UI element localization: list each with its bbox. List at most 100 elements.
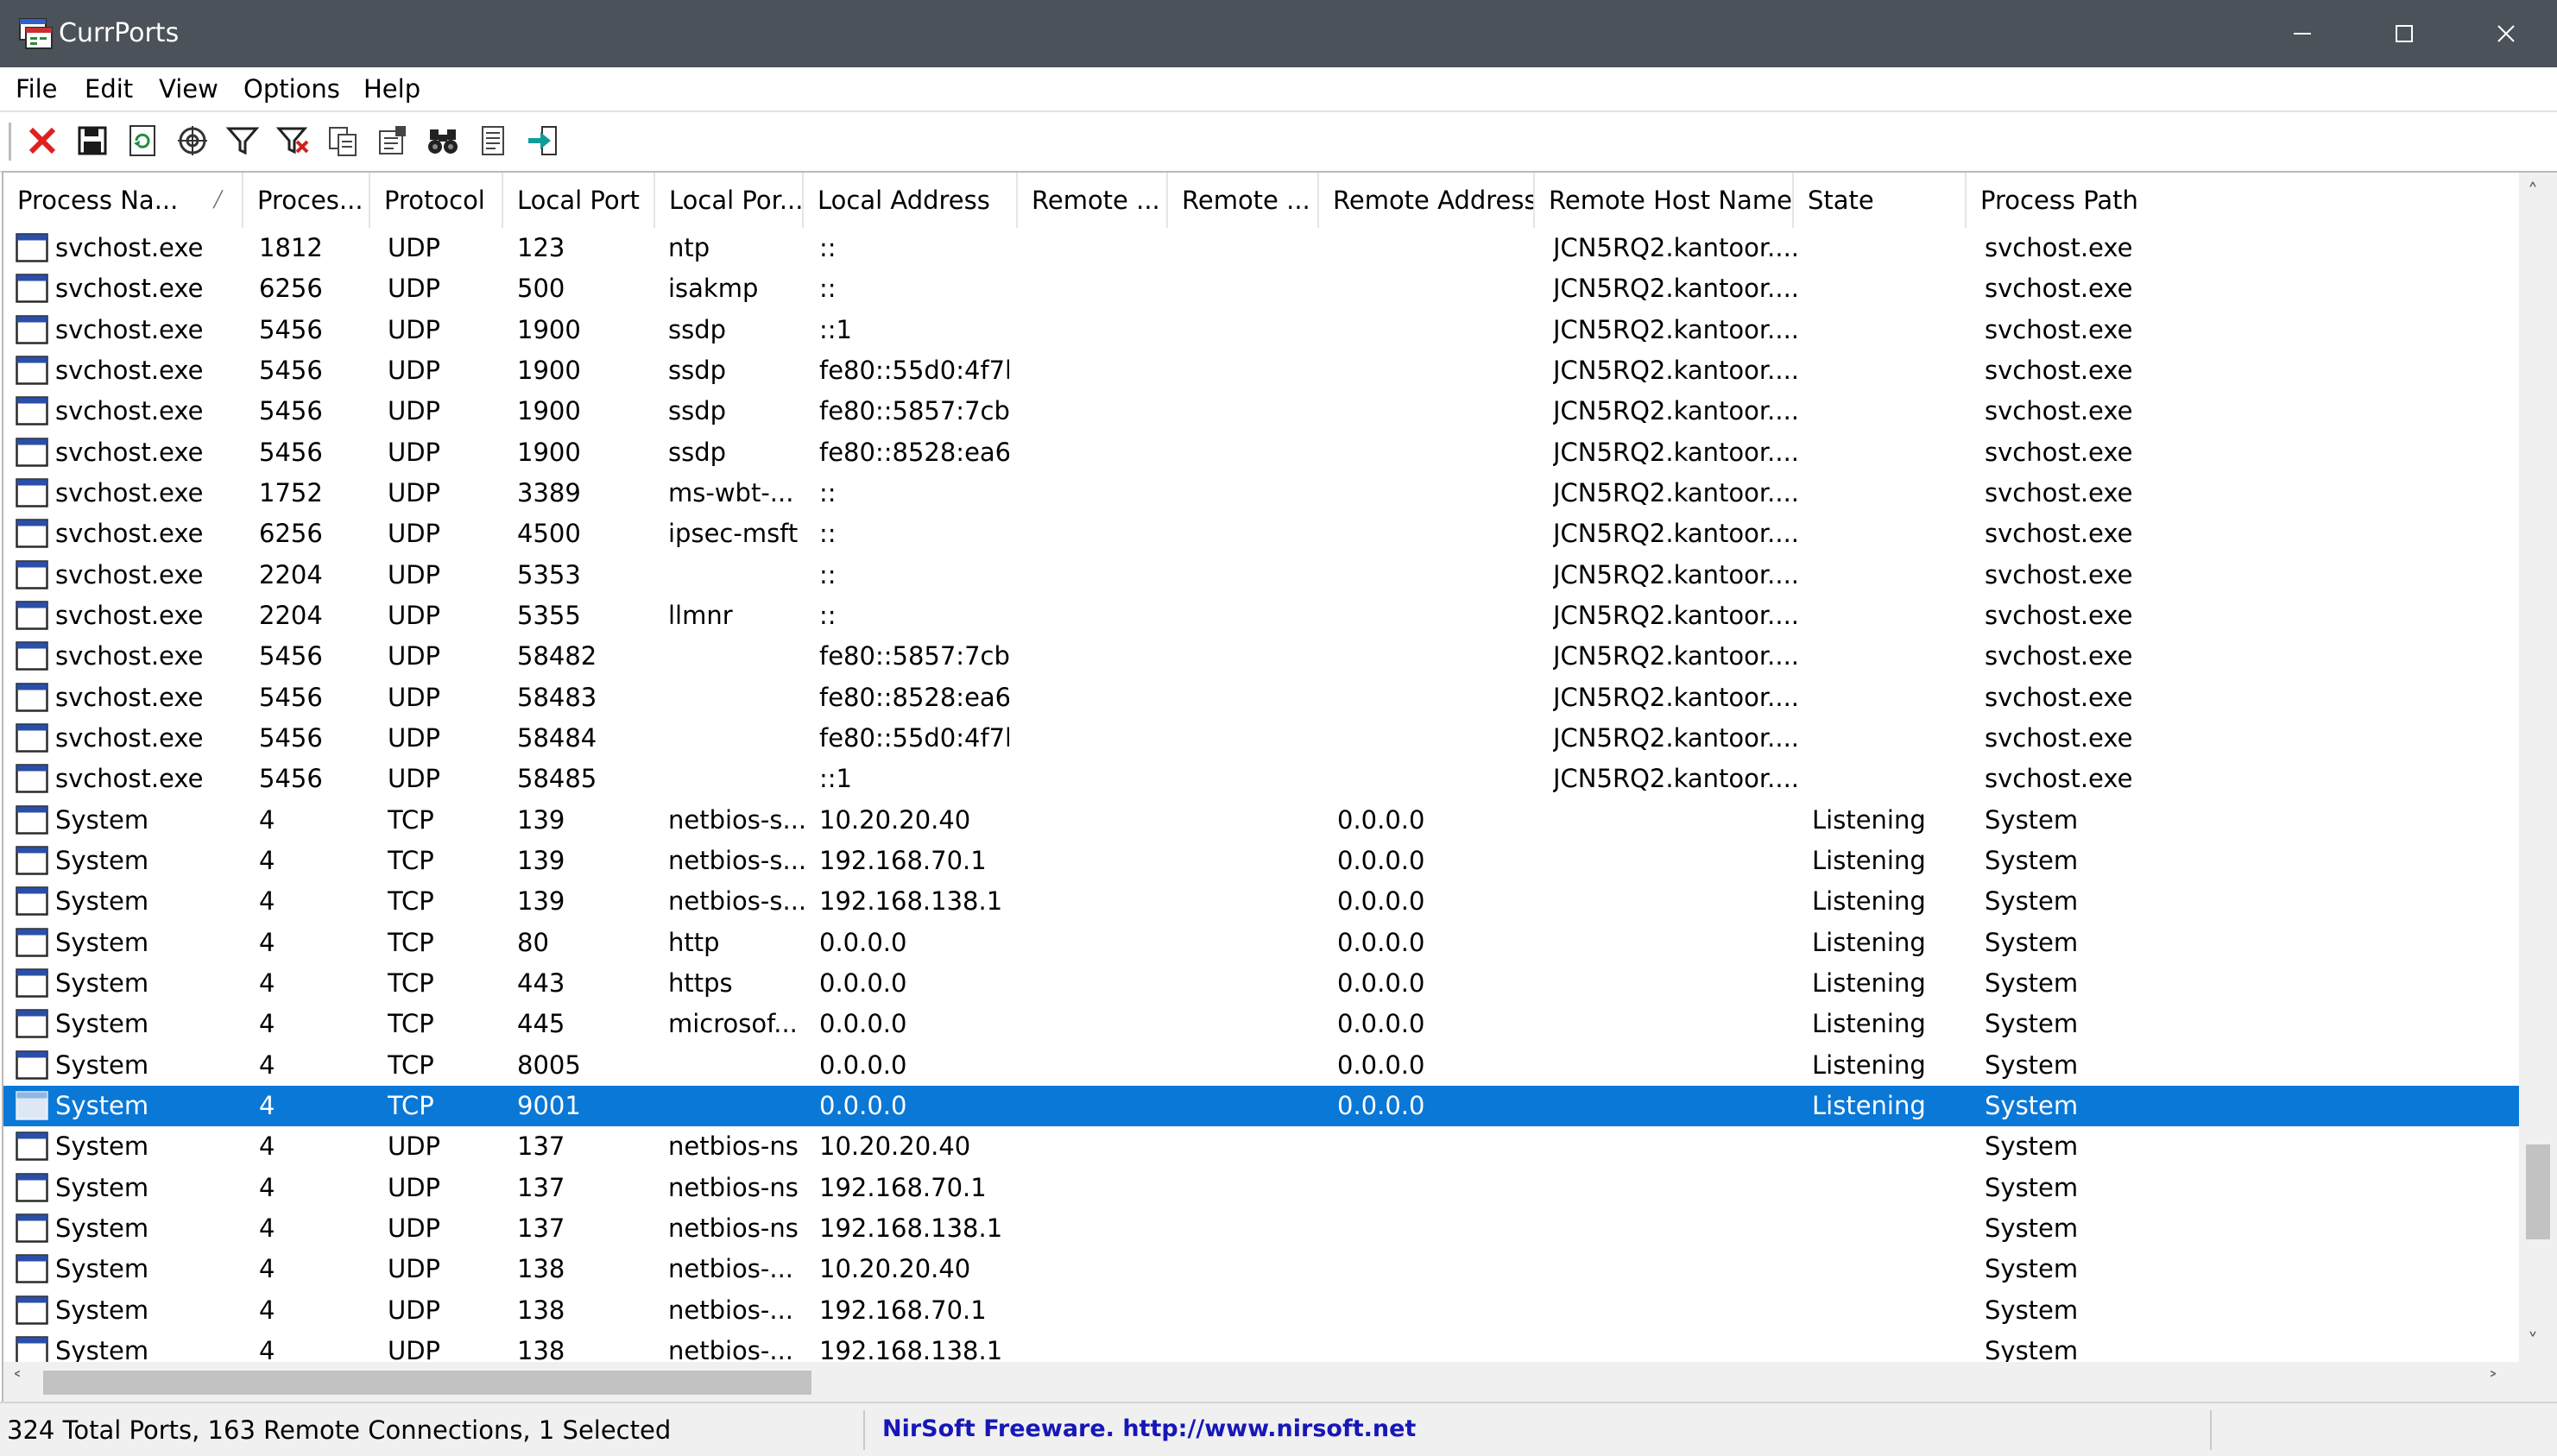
table-row[interactable]: System 4 TCP 8005 0.0.0.0 0.0.0.0 Listening Sys… <box>3 1045 2519 1086</box>
column-header-local-port-name[interactable]: Local Por... <box>655 173 804 228</box>
horizontal-scroll-thumb[interactable] <box>43 1371 811 1395</box>
table-row[interactable]: svchost.exe 5456 UDP 58483 fe80::8528:ea68..… <box>3 678 2519 718</box>
table-row[interactable]: System 4 UDP 137 netbios-ns 192.168.70.1 Syste… <box>3 1168 2519 1208</box>
find-button[interactable] <box>421 119 464 162</box>
table-row[interactable]: svchost.exe 5456 UDP 1900 ssdp fe80::8528:ea6… <box>3 432 2519 473</box>
column-header-process-name[interactable]: Process Na... ╱ <box>3 173 243 228</box>
cell-local-port-name: https <box>668 968 733 998</box>
cell-process-path: System <box>1985 886 2079 917</box>
nirsoft-link[interactable]: NirSoft Freeware. http://www.nirsoft.net <box>882 1403 1416 1455</box>
cell-local-address: 0.0.0.0 <box>819 1009 907 1039</box>
table-row[interactable]: svchost.exe 6256 UDP 4500 ipsec-msft:: JCN5RQ… <box>3 514 2519 554</box>
cell-remote-host-name: JCN5RQ2.kantoor.... <box>1553 477 1800 507</box>
cell-process-path: svchost.exe <box>1985 559 2133 589</box>
cell-local-port-name: ntp <box>668 233 710 262</box>
exit-button[interactable] <box>521 119 565 162</box>
table-row[interactable]: svchost.exe 6256 UDP 500 isakmp:: JCN5RQ2.kan… <box>3 268 2519 309</box>
column-header-remote-address[interactable]: Remote Address <box>1319 173 1535 228</box>
scroll-down-icon[interactable]: ˅ <box>2528 1329 2538 1353</box>
close-connection-icon <box>28 127 56 154</box>
cell-process-path: System <box>1985 804 2079 835</box>
minimize-button[interactable] <box>2251 0 2353 67</box>
table-row[interactable]: svchost.exe 5456 UDP 58485::1 JCN5RQ2.kantoo… <box>3 759 2519 799</box>
table-row[interactable]: System 4 TCP 443 https 0.0.0.0 0.0.0.0 Listenin… <box>3 963 2519 1004</box>
table-row[interactable]: System 4 UDP 137 netbios-ns 192.168.138.1 Syst… <box>3 1208 2519 1249</box>
column-header-local-address[interactable]: Local Address <box>804 173 1018 228</box>
column-header-remote-port-name[interactable]: Remote ... <box>1168 173 1319 228</box>
table-row[interactable]: svchost.exe 5456 UDP 1900 ssdp fe80::5857:7cb… <box>3 391 2519 432</box>
close-connection-button[interactable] <box>21 119 64 162</box>
ports-list[interactable]: Process Na... ╱ Proces... Protocol Local… <box>2 171 2557 1405</box>
cell-local-port-name <box>668 678 811 718</box>
remove-filter-button[interactable] <box>271 119 314 162</box>
cell-local-address: :: <box>819 600 837 630</box>
table-row[interactable]: svchost.exe 5456 UDP 58482 fe80::5857:7cbf..… <box>3 636 2519 677</box>
table-row[interactable]: System 4 TCP 9001 0.0.0.0 0.0.0.0 Listening Sys… <box>3 1085 2519 1126</box>
scroll-left-icon[interactable]: ˂ <box>12 1369 22 1393</box>
cell-remote-host-name: JCN5RQ2.kantoor.... <box>1553 764 1800 794</box>
properties-icon <box>379 126 406 154</box>
menu-view[interactable]: View <box>159 67 218 110</box>
minimize-icon <box>2294 33 2311 35</box>
title-bar[interactable]: CurrPorts <box>0 0 2557 67</box>
table-row[interactable]: System 4 UDP 138 netbios-... 192.168.70.1 Syst… <box>3 1290 2519 1331</box>
table-row[interactable]: System 4 TCP 139 netbios-s... 10.20.20.40 0.0.… <box>3 800 2519 841</box>
cell-remote-address <box>1337 759 1544 799</box>
cell-process-path: System <box>1985 845 2079 875</box>
horizontal-scrollbar[interactable]: ˂ ˃ <box>3 1362 2519 1403</box>
save-button[interactable] <box>71 119 114 162</box>
menu-options[interactable]: Options <box>243 67 340 110</box>
table-row[interactable]: System 4 UDP 138 netbios-... 192.168.138.1 Sys… <box>3 1331 2519 1362</box>
cell-process-name: svchost.exe <box>55 437 204 467</box>
table-row[interactable]: System 4 TCP 139 netbios-s... 192.168.138.1 0.… <box>3 881 2519 922</box>
table-row[interactable]: svchost.exe 1752 UDP 3389 ms-wbt-...:: JCN5RQ… <box>3 473 2519 514</box>
filter-button[interactable] <box>221 119 264 162</box>
column-header-protocol[interactable]: Protocol <box>370 173 503 228</box>
close-button[interactable] <box>2455 0 2557 67</box>
column-header-local-port[interactable]: Local Port <box>503 173 655 228</box>
menu-file[interactable]: File <box>16 67 58 110</box>
copy-button[interactable] <box>321 119 364 162</box>
cell-process-path: svchost.exe <box>1985 519 2133 549</box>
cell-protocol: UDP <box>388 1172 441 1202</box>
table-row[interactable]: svchost.exe 1812 UDP 123 ntp:: JCN5RQ2.kantoo… <box>3 228 2519 268</box>
table-row[interactable]: System 4 UDP 138 netbios-... 10.20.20.40 Syste… <box>3 1249 2519 1289</box>
column-header-process-id[interactable]: Proces... <box>243 173 370 228</box>
cell-protocol: TCP <box>388 927 434 957</box>
vertical-scrollbar[interactable]: ˄ ˅ <box>2519 173 2557 1362</box>
table-row[interactable]: svchost.exe 2204 UDP 5355 llmnr:: JCN5RQ2.kan… <box>3 596 2519 636</box>
maximize-button[interactable] <box>2353 0 2455 67</box>
table-row[interactable]: System 4 TCP 80 http 0.0.0.0 0.0.0.0 Listening S… <box>3 923 2519 963</box>
toolbar-grip <box>9 123 11 161</box>
table-row[interactable]: svchost.exe 2204 UDP 5353:: JCN5RQ2.kantoor.… <box>3 555 2519 596</box>
html-report-button[interactable] <box>471 119 515 162</box>
menu-help[interactable]: Help <box>363 67 420 110</box>
properties-button[interactable] <box>371 119 414 162</box>
cell-process-path: System <box>1985 1295 2079 1325</box>
scroll-up-icon[interactable]: ˄ <box>2528 180 2538 204</box>
cell-remote-host-name <box>1553 1126 1803 1167</box>
scroll-right-icon[interactable]: ˃ <box>2488 1369 2498 1393</box>
vertical-scroll-thumb[interactable] <box>2526 1144 2550 1239</box>
table-row[interactable]: svchost.exe 5456 UDP 58484 fe80::55d0:4f7b..… <box>3 718 2519 759</box>
column-header-remote-host-name[interactable]: Remote Host Name <box>1535 173 1794 228</box>
cell-state <box>1812 1290 1976 1331</box>
cell-remote-host-name: JCN5RQ2.kantoor.... <box>1553 682 1800 712</box>
target-button[interactable] <box>171 119 214 162</box>
column-header-remote-port[interactable]: Remote ... <box>1018 173 1168 228</box>
table-row[interactable]: System 4 UDP 137 netbios-ns 10.20.20.40 System <box>3 1126 2519 1167</box>
refresh-button[interactable] <box>121 119 164 162</box>
cell-remote-address: 0.0.0.0 <box>1337 845 1425 875</box>
column-header-label: Process Na... <box>17 186 179 215</box>
table-row[interactable]: svchost.exe 5456 UDP 1900 ssdp::1 JCN5RQ2.kan… <box>3 310 2519 350</box>
table-row[interactable]: System 4 TCP 445 microsof... 0.0.0.0 0.0.0.0 Li… <box>3 1004 2519 1044</box>
column-header-state[interactable]: State <box>1794 173 1967 228</box>
cell-remote-address <box>1337 391 1544 432</box>
table-row[interactable]: svchost.exe 5456 UDP 1900 ssdp fe80::55d0:4f7… <box>3 350 2519 391</box>
cell-remote-host-name <box>1553 923 1803 963</box>
cell-process-path: System <box>1985 927 2079 957</box>
cell-process-path: System <box>1985 1172 2079 1202</box>
column-header-process-path[interactable]: Process Path <box>1967 173 2519 228</box>
table-row[interactable]: System 4 TCP 139 netbios-s... 192.168.70.1 0.0… <box>3 841 2519 881</box>
menu-edit[interactable]: Edit <box>85 67 133 110</box>
